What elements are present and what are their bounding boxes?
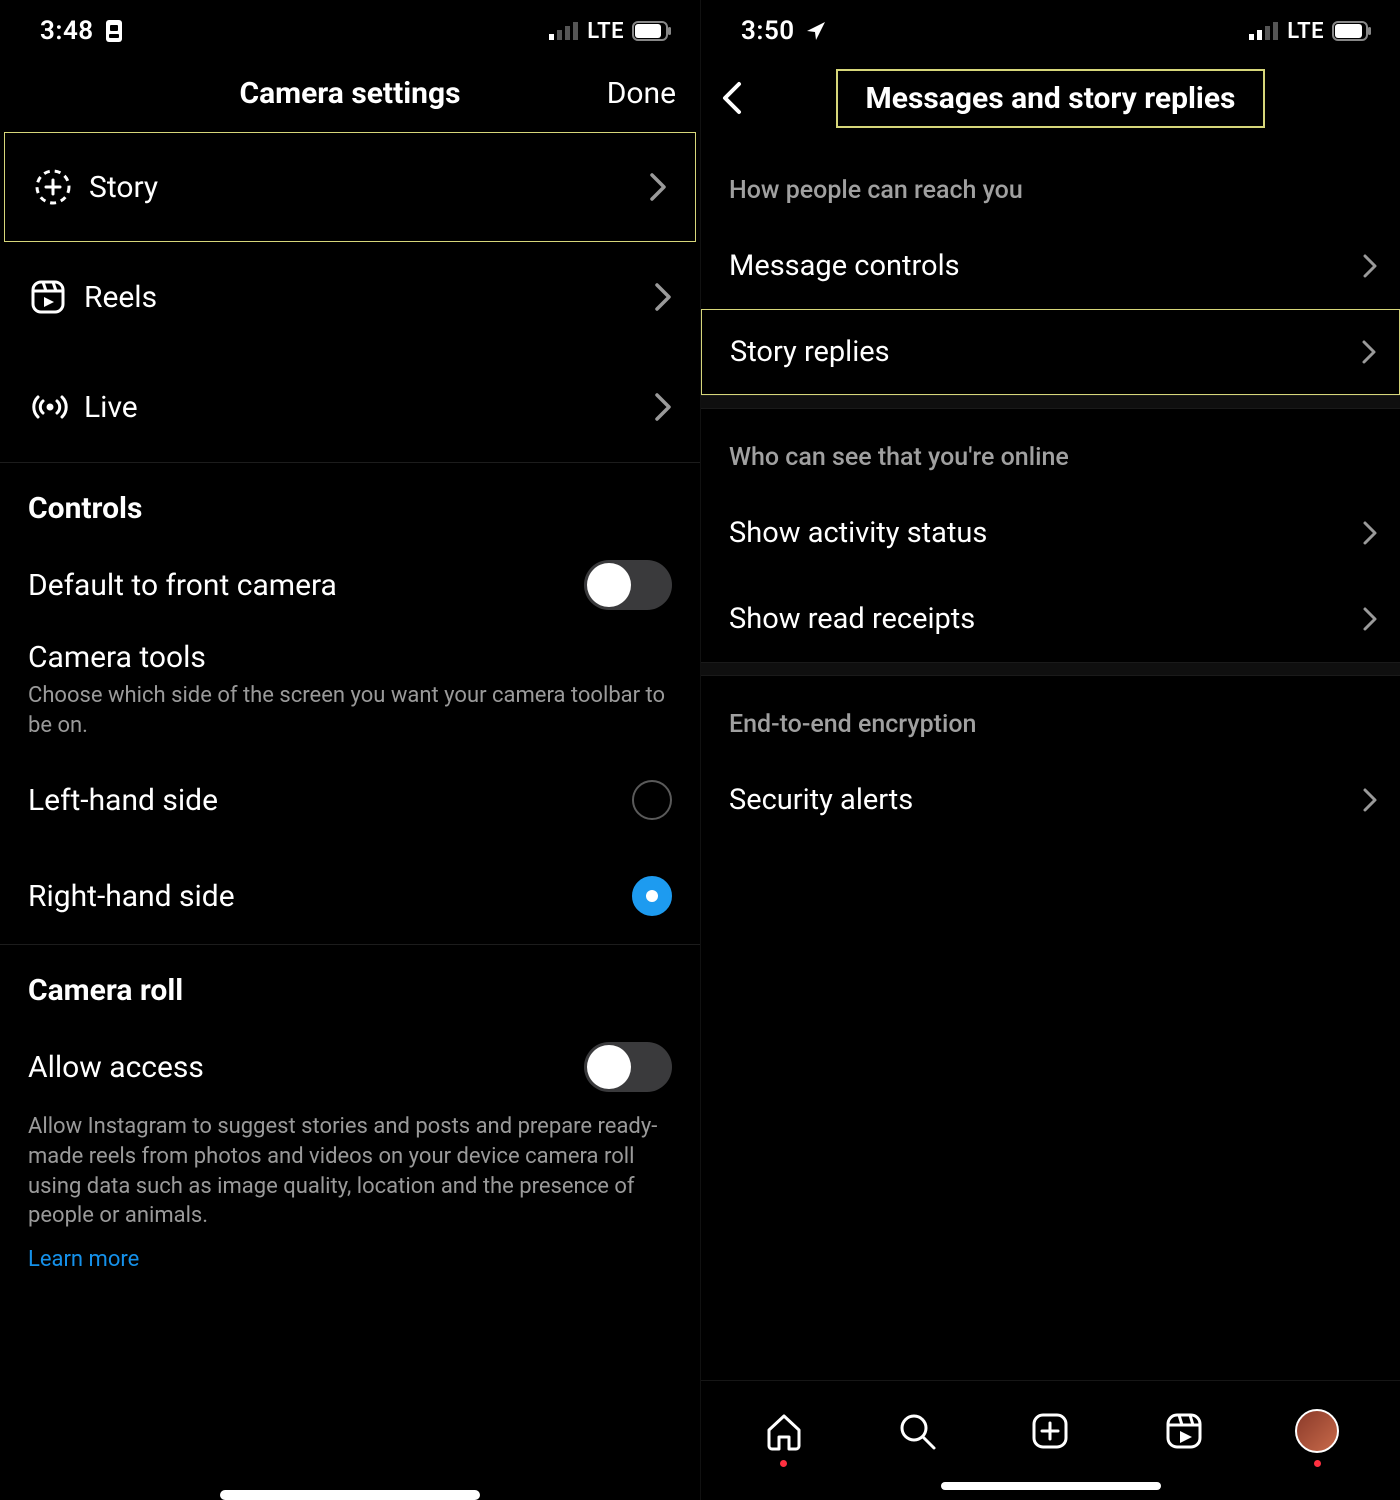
status-network: LTE (1287, 19, 1324, 44)
mode-live-row[interactable]: Live (0, 352, 700, 462)
reels-icon (28, 277, 84, 317)
back-button[interactable] (719, 80, 743, 116)
page-title: Messages and story replies (866, 81, 1236, 116)
camera-tools-title: Camera tools (0, 630, 700, 681)
group-header: How people can reach you (701, 142, 1400, 223)
row-story-replies[interactable]: Story replies (701, 309, 1400, 395)
tab-home[interactable] (756, 1403, 812, 1459)
signal-icon (549, 22, 579, 40)
chevron-right-icon (1362, 606, 1378, 632)
toggle-switch[interactable] (584, 560, 672, 610)
home-indicator[interactable] (941, 1482, 1161, 1490)
screen-messages-story-replies: 3:50 LTE Messages and story replies How … (700, 0, 1400, 1500)
setting-label: Allow access (28, 1050, 204, 1085)
group-divider (701, 395, 1400, 409)
notification-dot-icon (780, 1460, 787, 1467)
done-button[interactable]: Done (607, 76, 676, 111)
id-card-icon (104, 19, 124, 43)
group-divider (701, 662, 1400, 676)
status-time: 3:50 (741, 16, 795, 46)
status-bar: 3:48 LTE (0, 0, 700, 54)
battery-icon (632, 21, 672, 41)
camera-tools-desc: Choose which side of the screen you want… (0, 681, 700, 752)
header-title-highlight: Messages and story replies (836, 69, 1266, 128)
tab-profile[interactable] (1289, 1403, 1345, 1459)
mode-label: Live (84, 390, 654, 425)
radio-label: Right-hand side (28, 879, 235, 914)
row-label: Show activity status (729, 516, 987, 550)
tab-reels[interactable] (1156, 1403, 1212, 1459)
row-label: Security alerts (729, 783, 913, 817)
allow-access-desc: Allow Instagram to suggest stories and p… (0, 1112, 700, 1243)
battery-icon (1332, 21, 1372, 41)
status-time: 3:48 (40, 16, 94, 46)
status-bar: 3:50 LTE (701, 0, 1400, 54)
row-label: Show read receipts (729, 602, 975, 636)
row-security-alerts[interactable]: Security alerts (701, 757, 1400, 843)
mode-label: Reels (84, 280, 654, 315)
avatar (1295, 1409, 1339, 1453)
radio-button[interactable] (632, 876, 672, 916)
group-header: Who can see that you're online (701, 409, 1400, 490)
live-icon (28, 387, 84, 427)
group-header: End-to-end encryption (701, 676, 1400, 757)
mode-reels-row[interactable]: Reels (0, 242, 700, 352)
story-icon (33, 167, 89, 207)
chevron-right-icon (1362, 787, 1378, 813)
chevron-right-icon (1362, 520, 1378, 546)
screen-camera-settings: 3:48 LTE Camera settings Done Story (0, 0, 700, 1500)
chevron-right-icon (654, 282, 672, 312)
front-camera-toggle-row[interactable]: Default to front camera (0, 540, 700, 630)
mode-story-row[interactable]: Story (4, 132, 696, 242)
tab-search[interactable] (889, 1403, 945, 1459)
status-network: LTE (587, 19, 624, 44)
section-controls: Controls (0, 463, 700, 540)
location-icon (805, 20, 827, 42)
chevron-right-icon (654, 392, 672, 422)
chevron-right-icon (649, 172, 667, 202)
setting-label: Default to front camera (28, 568, 337, 603)
learn-more-link[interactable]: Learn more (0, 1243, 700, 1292)
camera-tools-right-option[interactable]: Right-hand side (0, 848, 700, 944)
home-indicator[interactable] (220, 1490, 480, 1500)
page-title: Camera settings (239, 76, 460, 111)
notification-dot-icon (1314, 1460, 1321, 1467)
radio-label: Left-hand side (28, 783, 218, 818)
row-read-receipts[interactable]: Show read receipts (701, 576, 1400, 662)
camera-tools-left-option[interactable]: Left-hand side (0, 752, 700, 848)
header: Messages and story replies (701, 54, 1400, 142)
row-label: Story replies (730, 335, 890, 369)
radio-button[interactable] (632, 780, 672, 820)
signal-icon (1249, 22, 1279, 40)
mode-label: Story (89, 170, 649, 205)
toggle-switch[interactable] (584, 1042, 672, 1092)
row-message-controls[interactable]: Message controls (701, 223, 1400, 309)
header: Camera settings Done (0, 54, 700, 132)
row-label: Message controls (729, 249, 960, 283)
chevron-right-icon (1362, 253, 1378, 279)
tab-create[interactable] (1022, 1403, 1078, 1459)
row-activity-status[interactable]: Show activity status (701, 490, 1400, 576)
allow-access-toggle-row[interactable]: Allow access (0, 1022, 700, 1112)
chevron-right-icon (1361, 339, 1377, 365)
section-camera-roll: Camera roll (0, 945, 700, 1022)
